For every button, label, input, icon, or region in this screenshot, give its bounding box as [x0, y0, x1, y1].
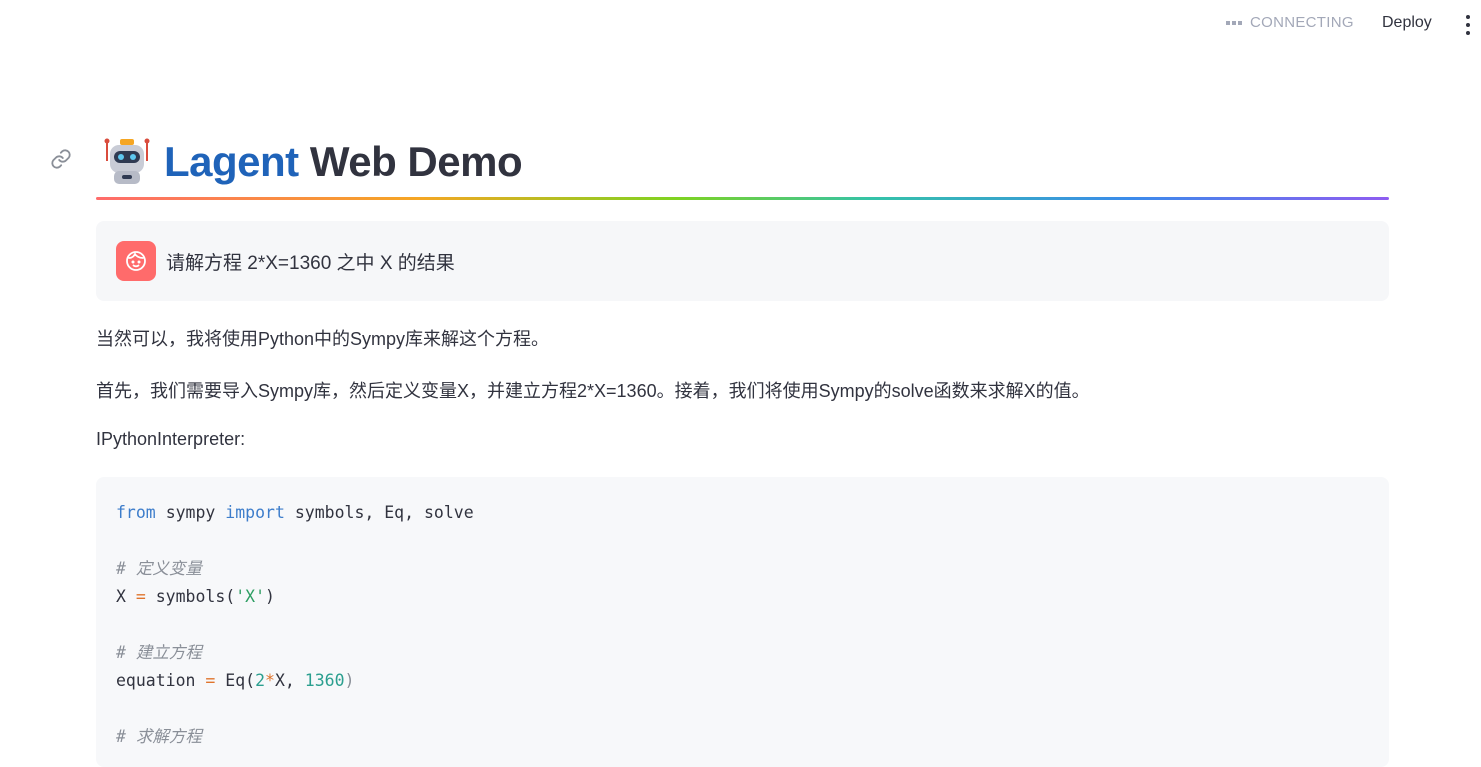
user-message: 请解方程 2*X=1360 之中 X 的结果 — [96, 221, 1389, 301]
user-message-text: 请解方程 2*X=1360 之中 X 的结果 — [166, 252, 455, 274]
title-divider — [96, 197, 1389, 200]
dots-icon — [1226, 20, 1242, 25]
tool-label: IPythonInterpreter: — [96, 429, 246, 449]
kebab-menu-icon[interactable] — [1463, 15, 1473, 35]
code-string: 'X' — [235, 587, 266, 606]
page-title: Lagent Web Demo — [102, 134, 523, 190]
link-icon[interactable] — [50, 148, 72, 170]
title-rest: Web Demo — [309, 138, 523, 185]
code-comment: # 定义变量 — [116, 559, 202, 578]
code-operator: = — [135, 587, 146, 606]
code-comment: # 建立方程 — [116, 643, 202, 662]
deploy-button[interactable]: Deploy — [1382, 14, 1432, 32]
code-number: 2 — [255, 671, 266, 690]
code-var: X — [116, 587, 126, 606]
code-paren: ) — [344, 671, 355, 690]
code-arg: X, — [274, 671, 305, 690]
assistant-paragraph: 当然可以，我将使用Python中的Sympy库来解这个方程。 — [96, 329, 550, 349]
code-block: from sympy import symbols, Eq, solve # 定… — [96, 477, 1389, 767]
code-module: sympy — [165, 503, 216, 522]
code-operator: * — [265, 671, 275, 690]
code-paren: ) — [265, 587, 275, 606]
code-call: Eq( — [225, 671, 256, 690]
code-names: symbols, Eq, solve — [294, 503, 474, 522]
connection-status: CONNECTING — [1226, 14, 1354, 31]
title-text: Lagent Web Demo — [164, 138, 523, 186]
top-toolbar: CONNECTING Deploy — [0, 0, 1481, 48]
title-brand: Lagent — [164, 138, 299, 185]
code-call: symbols( — [155, 587, 236, 606]
code-number: 1360 — [304, 671, 345, 690]
code-operator: = — [205, 671, 216, 690]
code-keyword: from — [116, 503, 156, 522]
code-comment: # 求解方程 — [116, 727, 202, 746]
assistant-paragraph: 首先，我们需要导入Sympy库，然后定义变量X，并建立方程2*X=1360。接着… — [96, 381, 1090, 401]
user-face-icon — [116, 241, 156, 281]
code-keyword: import — [225, 503, 285, 522]
code-var: equation — [116, 671, 196, 690]
status-text: CONNECTING — [1250, 14, 1354, 31]
robot-icon — [102, 137, 152, 187]
